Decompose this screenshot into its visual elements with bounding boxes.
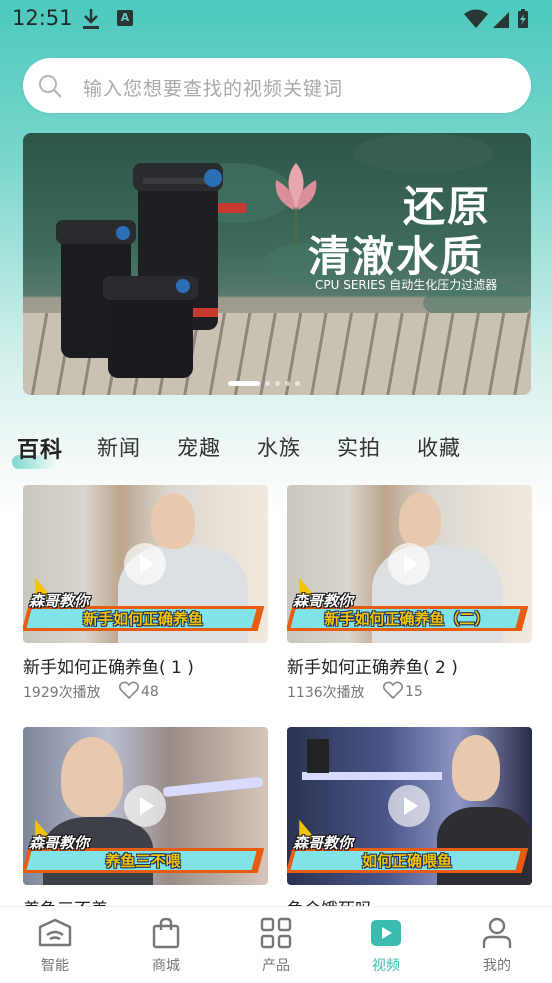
video-card[interactable]: 森哥教你 新手如何正确养鱼 新手如何正确养鱼( 1 ) 1929次播放 48 xyxy=(23,485,268,701)
like-count[interactable]: 15 xyxy=(382,681,423,700)
search-bar[interactable]: 输入您想要查找的视频关键词 xyxy=(23,58,531,113)
status-time: 12:51 xyxy=(12,6,73,30)
video-card[interactable]: 森哥教你 新手如何正确养鱼（二） 新手如何正确养鱼( 2 ) 1136次播放 1… xyxy=(287,485,532,701)
video-caption: 如何正确喂鱼 xyxy=(361,852,452,870)
status-bar: 12:51 A xyxy=(0,0,552,38)
video-thumbnail[interactable]: 森哥教你 新手如何正确养鱼（二） xyxy=(287,485,532,643)
video-caption: 养鱼三不喂 xyxy=(105,852,181,870)
category-tabs: 百科 新闻 宠趣 水族 实拍 收藏 xyxy=(0,432,552,476)
nav-label: 我的 xyxy=(483,958,511,974)
video-thumbnail[interactable]: 森哥教你 如何正确喂鱼 xyxy=(287,727,532,885)
bottom-navigation: 智能 商城 产品 视频 我的 xyxy=(0,906,552,983)
video-card[interactable]: 森哥教你 养鱼三不喂 养鱼三不养 xyxy=(23,727,268,920)
signal-icon xyxy=(493,12,509,28)
status-indicators xyxy=(462,8,534,34)
banner-subtitle: CPU SERIES 自动生化压力过滤器 xyxy=(315,278,498,292)
app-notification-icon: A xyxy=(117,10,133,26)
search-input[interactable]: 输入您想要查找的视频关键词 xyxy=(83,74,343,101)
search-icon xyxy=(37,73,63,103)
carousel-dot-active xyxy=(228,381,260,386)
video-title[interactable]: 新手如何正确养鱼( 2 ) xyxy=(287,653,458,678)
carousel-dot xyxy=(295,381,300,386)
video-thumbnail[interactable]: 森哥教你 养鱼三不喂 xyxy=(23,727,268,885)
play-count: 1929次播放 xyxy=(23,685,101,701)
video-title[interactable]: 新手如何正确养鱼( 1 ) xyxy=(23,653,194,678)
nav-video[interactable]: 视频 xyxy=(351,917,421,975)
like-count-value: 48 xyxy=(141,684,159,700)
heart-icon[interactable] xyxy=(382,681,404,700)
nav-label: 产品 xyxy=(262,958,290,974)
carousel-dot xyxy=(275,381,280,386)
video-caption: 新手如何正确养鱼 xyxy=(82,610,203,628)
like-count-value: 15 xyxy=(405,684,423,700)
battery-icon xyxy=(518,9,528,28)
play-count: 1136次播放 xyxy=(287,685,365,701)
tab-pets[interactable]: 宠趣 xyxy=(177,432,221,462)
play-button[interactable] xyxy=(388,785,430,827)
nav-profile[interactable]: 我的 xyxy=(462,917,532,975)
banner-title-line2: 清澈水质 xyxy=(308,232,485,281)
router-icon xyxy=(38,918,72,947)
play-button[interactable] xyxy=(388,543,430,585)
shopping-bag-icon xyxy=(152,917,180,949)
like-count[interactable]: 48 xyxy=(118,681,159,700)
video-card[interactable]: 森哥教你 如何正确喂鱼 鱼会饿死吗 xyxy=(287,727,532,920)
user-icon xyxy=(482,917,512,948)
carousel-indicator xyxy=(228,373,305,392)
play-button[interactable] xyxy=(124,785,166,827)
nav-label: 商城 xyxy=(152,958,180,974)
video-caption: 新手如何正确养鱼（二） xyxy=(324,610,490,628)
carousel-dot xyxy=(265,381,270,386)
wifi-icon xyxy=(464,9,488,28)
nav-products[interactable]: 产品 xyxy=(241,917,311,975)
heart-icon[interactable] xyxy=(118,681,140,700)
tab-baike[interactable]: 百科 xyxy=(17,432,63,464)
filter-product-image xyxy=(56,163,246,378)
tab-live-shots[interactable]: 实拍 xyxy=(337,432,381,462)
carousel-dot xyxy=(285,381,290,386)
tab-news[interactable]: 新闻 xyxy=(97,432,141,462)
play-button[interactable] xyxy=(124,543,166,585)
nav-smart[interactable]: 智能 xyxy=(20,917,90,975)
nav-label: 智能 xyxy=(41,958,69,974)
tab-favorites[interactable]: 收藏 xyxy=(417,432,461,462)
download-icon xyxy=(82,8,100,34)
nav-mall[interactable]: 商城 xyxy=(131,917,201,975)
play-icon xyxy=(371,920,401,946)
grid-icon xyxy=(260,917,292,949)
tab-aquarium[interactable]: 水族 xyxy=(257,432,301,462)
nav-label: 视频 xyxy=(372,958,400,974)
video-thumbnail[interactable]: 森哥教你 新手如何正确养鱼 xyxy=(23,485,268,643)
promo-banner[interactable]: 还原 清澈水质 CPU SERIES 自动生化压力过滤器 xyxy=(23,133,531,395)
